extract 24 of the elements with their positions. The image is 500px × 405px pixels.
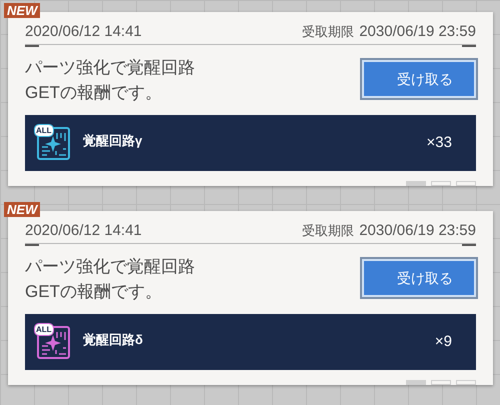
new-badge: NEW [4, 3, 40, 18]
item-count: ×9 [434, 332, 452, 352]
deadline-label: 受取期限 [302, 222, 354, 240]
page-indicator-icon [456, 380, 476, 385]
reward-message: パーツ強化で覚醒回路 GETの報酬です。 [25, 57, 195, 104]
all-tag: ALL [35, 125, 53, 136]
deadline-label: 受取期限 [302, 23, 354, 41]
all-tag: ALL [35, 324, 53, 335]
page-indicator-icon [406, 380, 426, 385]
date-text: 2020/06/12 14:41 [25, 22, 142, 42]
receive-button[interactable]: 受け取る [362, 60, 476, 98]
page-indicator-icon [456, 181, 476, 186]
page-indicator-icon [406, 181, 426, 186]
page-indicator-icon [431, 380, 451, 385]
deadline-text: 2030/06/19 23:59 [359, 22, 476, 42]
receive-button[interactable]: 受け取る [362, 259, 476, 297]
item-name: 覚醒回路δ [83, 331, 143, 349]
new-badge: NEW [4, 202, 40, 217]
date-text: 2020/06/12 14:41 [25, 221, 142, 241]
page-indicator-icon [431, 181, 451, 186]
deadline-text: 2030/06/19 23:59 [359, 221, 476, 241]
item-count: ×33 [426, 132, 452, 153]
item-name: 覚醒回路γ [83, 132, 142, 150]
reward-message: パーツ強化で覚醒回路 GETの報酬です。 [25, 256, 195, 303]
